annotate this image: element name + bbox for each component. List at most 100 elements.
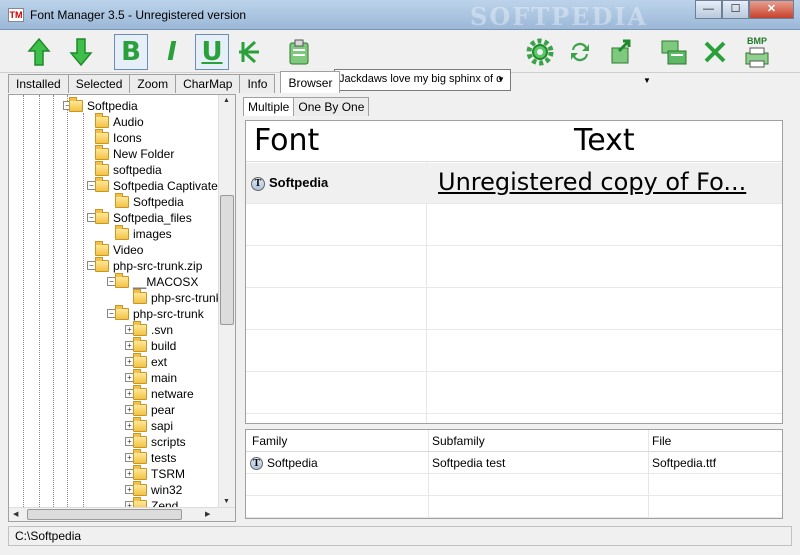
tree-item-label: build: [151, 339, 177, 353]
delete-icon[interactable]: [698, 34, 732, 70]
underline-button[interactable]: U: [195, 34, 229, 70]
tree-item[interactable]: + ext: [125, 353, 168, 370]
folder-icon: [95, 177, 109, 192]
tree-item[interactable]: + TSRM: [125, 465, 185, 482]
preview-row[interactable]: T Softpedia Unregistered copy of Fo...: [246, 163, 782, 204]
bmp-print-icon[interactable]: BMP: [740, 34, 774, 70]
tree-item[interactable]: Icons: [95, 129, 142, 146]
scroll-down-icon[interactable]: ▼: [223, 498, 230, 505]
italic-button[interactable]: I: [155, 34, 189, 70]
tree-item-label: ext: [151, 355, 168, 369]
tab-browser[interactable]: Browser: [280, 71, 341, 93]
tab-installed[interactable]: Installed: [8, 74, 69, 93]
bmp-label: BMP: [747, 35, 767, 46]
folder-icon: [95, 129, 109, 144]
tree-item[interactable]: − Softpedia: [63, 97, 138, 114]
scroll-thumb-horizontal[interactable]: [27, 509, 182, 520]
folder-icon: [95, 161, 109, 176]
tree-item-label: softpedia: [113, 163, 162, 177]
tree-item[interactable]: Audio: [95, 113, 144, 130]
folder-tree[interactable]: − Softpedia Audio Icons New Folder softpedia −…: [9, 95, 228, 509]
move-up-icon[interactable]: [22, 34, 56, 70]
folder-icon: [133, 417, 147, 432]
chevron-down-icon[interactable]: ▼: [494, 72, 508, 88]
folder-icon: [133, 337, 147, 352]
bold-button[interactable]: B: [114, 34, 148, 70]
tab-info[interactable]: Info: [239, 74, 276, 93]
tree-item[interactable]: − php-src-trunk: [107, 305, 204, 322]
tree-item[interactable]: New Folder: [95, 145, 174, 162]
tree-item[interactable]: + tests: [125, 449, 177, 466]
tree-item[interactable]: + win32: [125, 481, 182, 498]
truetype-font-icon: T: [251, 176, 265, 191]
folder-icon: [115, 305, 129, 320]
tree-item-label: Softpedia Captivate: [113, 179, 218, 193]
tree-horizontal-scrollbar[interactable]: ◀ ▶: [9, 507, 235, 521]
header-subfamily[interactable]: Subfamily: [432, 434, 485, 448]
tree-item-label: php-src-trunk.zip: [113, 259, 203, 273]
details-row[interactable]: T Softpedia Softpedia test Softpedia.ttf: [246, 453, 782, 474]
tree-item[interactable]: Softpedia: [115, 193, 184, 210]
scroll-up-icon[interactable]: ▲: [223, 97, 230, 104]
scroll-thumb[interactable]: [220, 195, 234, 325]
folder-icon: [133, 449, 147, 464]
export-dropdown-icon[interactable]: ▼: [643, 76, 651, 85]
tree-item[interactable]: + pear: [125, 401, 175, 418]
tree-item[interactable]: + scripts: [125, 433, 186, 450]
watermark: SOFTPEDIA: [470, 2, 649, 31]
sample-text-combobox[interactable]: Jackdaws love my big sphinx of c ▼: [334, 69, 511, 91]
tree-item-label: images: [133, 227, 172, 241]
tree-item-label: Icons: [113, 131, 142, 145]
tab-zoom[interactable]: Zoom: [129, 74, 177, 93]
close-button[interactable]: ✕: [749, 0, 794, 19]
tree-vertical-scrollbar[interactable]: ▲ ▼: [218, 95, 235, 507]
refresh-icon[interactable]: [563, 34, 597, 70]
preview-header: Font Text: [246, 121, 782, 162]
tree-item[interactable]: − Softpedia_files: [87, 209, 192, 226]
scroll-right-icon[interactable]: ▶: [205, 510, 210, 518]
tree-item[interactable]: Video: [95, 241, 144, 258]
tree-item[interactable]: + sapi: [125, 417, 173, 434]
settings-gear-icon[interactable]: [523, 34, 557, 70]
export-icon[interactable]: [604, 34, 638, 70]
details-subfamily: Softpedia test: [432, 456, 506, 470]
clipboard-icon[interactable]: [282, 34, 316, 70]
tree-item[interactable]: + .svn: [125, 321, 173, 338]
tree-item-label: tests: [151, 451, 177, 465]
tree-item-label: Softpedia: [87, 99, 138, 113]
details-header: Family Subfamily File: [246, 430, 782, 452]
folder-icon: [95, 257, 109, 272]
tab-multiple[interactable]: Multiple: [243, 97, 295, 116]
folder-icon: [115, 273, 129, 288]
tab-charmap[interactable]: CharMap: [175, 74, 241, 93]
tree-item[interactable]: softpedia: [95, 161, 162, 178]
tree-item[interactable]: + netware: [125, 385, 194, 402]
maximize-button[interactable]: ☐: [722, 0, 749, 19]
tree-item-label: Video: [113, 243, 144, 257]
tree-item[interactable]: + build: [125, 337, 177, 354]
scroll-left-icon[interactable]: ◀: [13, 510, 18, 518]
tree-item-label: php-src-trunk: [151, 291, 222, 305]
tree-item[interactable]: php-src-trunk: [133, 289, 222, 306]
header-family[interactable]: Family: [252, 434, 287, 448]
folder-icon: [133, 433, 147, 448]
strikeout-icon[interactable]: [232, 34, 266, 70]
header-font[interactable]: Font: [254, 123, 319, 158]
tree-item[interactable]: − __MACOSX: [107, 273, 198, 290]
tree-item[interactable]: + main: [125, 369, 177, 386]
tree-item[interactable]: − Softpedia Captivate: [87, 177, 218, 194]
header-file[interactable]: File: [652, 434, 671, 448]
font-details-grid: Family Subfamily File T Softpedia Softped…: [245, 429, 783, 519]
status-bar: C:\Softpedia: [8, 526, 792, 546]
tab-one-by-one[interactable]: One By One: [293, 97, 370, 116]
install-font-icon[interactable]: [657, 34, 691, 70]
tab-selected[interactable]: Selected: [67, 74, 131, 93]
header-text[interactable]: Text: [574, 123, 635, 158]
tree-item[interactable]: − php-src-trunk.zip: [87, 257, 203, 274]
minimize-button[interactable]: —: [695, 0, 722, 19]
folder-icon: [95, 113, 109, 128]
folder-icon: [133, 289, 147, 304]
font-preview-grid: Font Text T Softpedia Unregistered copy o…: [245, 120, 783, 424]
move-down-icon[interactable]: [64, 34, 98, 70]
tree-item[interactable]: images: [115, 225, 172, 242]
